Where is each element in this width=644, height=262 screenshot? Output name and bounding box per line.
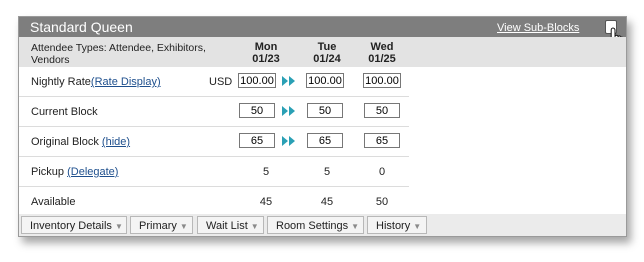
- row-label: Pickup (Delegate): [31, 166, 118, 178]
- chevron-down-icon: ▼: [114, 222, 123, 231]
- room-type-title: Standard Queen: [30, 19, 133, 35]
- row-label: Nightly Rate(Rate Display): [31, 76, 161, 88]
- tab-label: Primary: [139, 220, 177, 232]
- nightly-rate-input-wed[interactable]: [363, 73, 401, 88]
- tab-primary[interactable]: Primary ▼: [130, 216, 193, 234]
- tab-room-settings[interactable]: Room Settings ▼: [267, 216, 364, 234]
- nightly-rate-label: Nightly Rate: [31, 76, 91, 88]
- view-sub-blocks-link[interactable]: View Sub-Blocks: [497, 22, 579, 34]
- available-row: Available 45 45 50: [19, 187, 409, 216]
- tab-label: Room Settings: [276, 220, 349, 232]
- nightly-rate-row: Nightly Rate(Rate Display) USD: [19, 67, 409, 97]
- nightly-rate-input-mon[interactable]: [238, 73, 276, 88]
- row-label: Original Block (hide): [31, 136, 130, 148]
- day-of-week: Wed: [370, 41, 394, 53]
- original-block-input-tue[interactable]: [307, 133, 343, 148]
- original-block-input-mon[interactable]: [239, 133, 275, 148]
- copy-forward-icon[interactable]: [281, 105, 297, 117]
- chevron-down-icon: ▼: [351, 222, 360, 231]
- column-header-row: Attendee Types: Attendee, Exhibitors, Ve…: [19, 37, 626, 67]
- current-block-input-wed[interactable]: [364, 103, 400, 118]
- current-block-label: Current Block: [31, 106, 98, 118]
- rate-display-link[interactable]: (Rate Display): [91, 76, 161, 88]
- tab-label: Wait List: [206, 220, 248, 232]
- available-value-wed: 50: [375, 196, 389, 208]
- room-block-panel: Standard Queen View Sub-Blocks Attendee …: [18, 16, 627, 237]
- bottom-tab-bar: Inventory Details ▼ Primary ▼ Wait List ▼ R…: [19, 214, 626, 236]
- pickup-value-tue: 5: [323, 166, 331, 178]
- delegate-link[interactable]: (Delegate): [67, 166, 118, 178]
- currency-label: USD: [209, 76, 233, 88]
- panel-header: Standard Queen View Sub-Blocks: [19, 17, 626, 49]
- original-block-row: Original Block (hide): [19, 127, 409, 157]
- chevron-down-icon: ▼: [413, 222, 422, 231]
- nightly-rate-input-tue[interactable]: [306, 73, 344, 88]
- day-column-wed: Wed 01/25: [362, 41, 402, 65]
- current-block-row: Current Block: [19, 97, 409, 127]
- tab-wait-list[interactable]: Wait List ▼: [197, 216, 264, 234]
- pickup-label: Pickup: [31, 166, 65, 178]
- original-block-input-wed[interactable]: [364, 133, 400, 148]
- attendee-types: Attendee Types: Attendee, Exhibitors, Ve…: [31, 42, 206, 66]
- day-date: 01/23: [252, 53, 280, 65]
- original-block-label: Original Block: [31, 136, 99, 148]
- pickup-row: Pickup (Delegate) 5 5 0: [19, 157, 409, 187]
- available-label: Available: [31, 196, 76, 208]
- copy-forward-icon[interactable]: [281, 75, 297, 87]
- current-block-input-tue[interactable]: [307, 103, 343, 118]
- hide-link[interactable]: (hide): [102, 136, 130, 148]
- current-block-input-mon[interactable]: [239, 103, 275, 118]
- day-date: 01/24: [313, 53, 341, 65]
- day-of-week: Tue: [317, 41, 337, 53]
- available-value-tue: 45: [320, 196, 334, 208]
- pickup-value-mon: 5: [262, 166, 270, 178]
- pickup-value-wed: 0: [378, 166, 386, 178]
- tab-inventory-details[interactable]: Inventory Details ▼: [21, 216, 127, 234]
- day-of-week: Mon: [254, 41, 278, 53]
- tab-label: History: [376, 220, 411, 232]
- chevron-down-icon: ▼: [250, 222, 259, 231]
- day-column-mon: Mon 01/23: [246, 41, 286, 65]
- tab-label: Inventory Details: [30, 220, 112, 232]
- copy-forward-icon[interactable]: [281, 135, 297, 147]
- day-date: 01/25: [368, 53, 396, 65]
- day-column-tue: Tue 01/24: [307, 41, 347, 65]
- tab-history[interactable]: History ▼: [367, 216, 427, 234]
- available-value-mon: 45: [259, 196, 273, 208]
- chevron-down-icon: ▼: [179, 222, 188, 231]
